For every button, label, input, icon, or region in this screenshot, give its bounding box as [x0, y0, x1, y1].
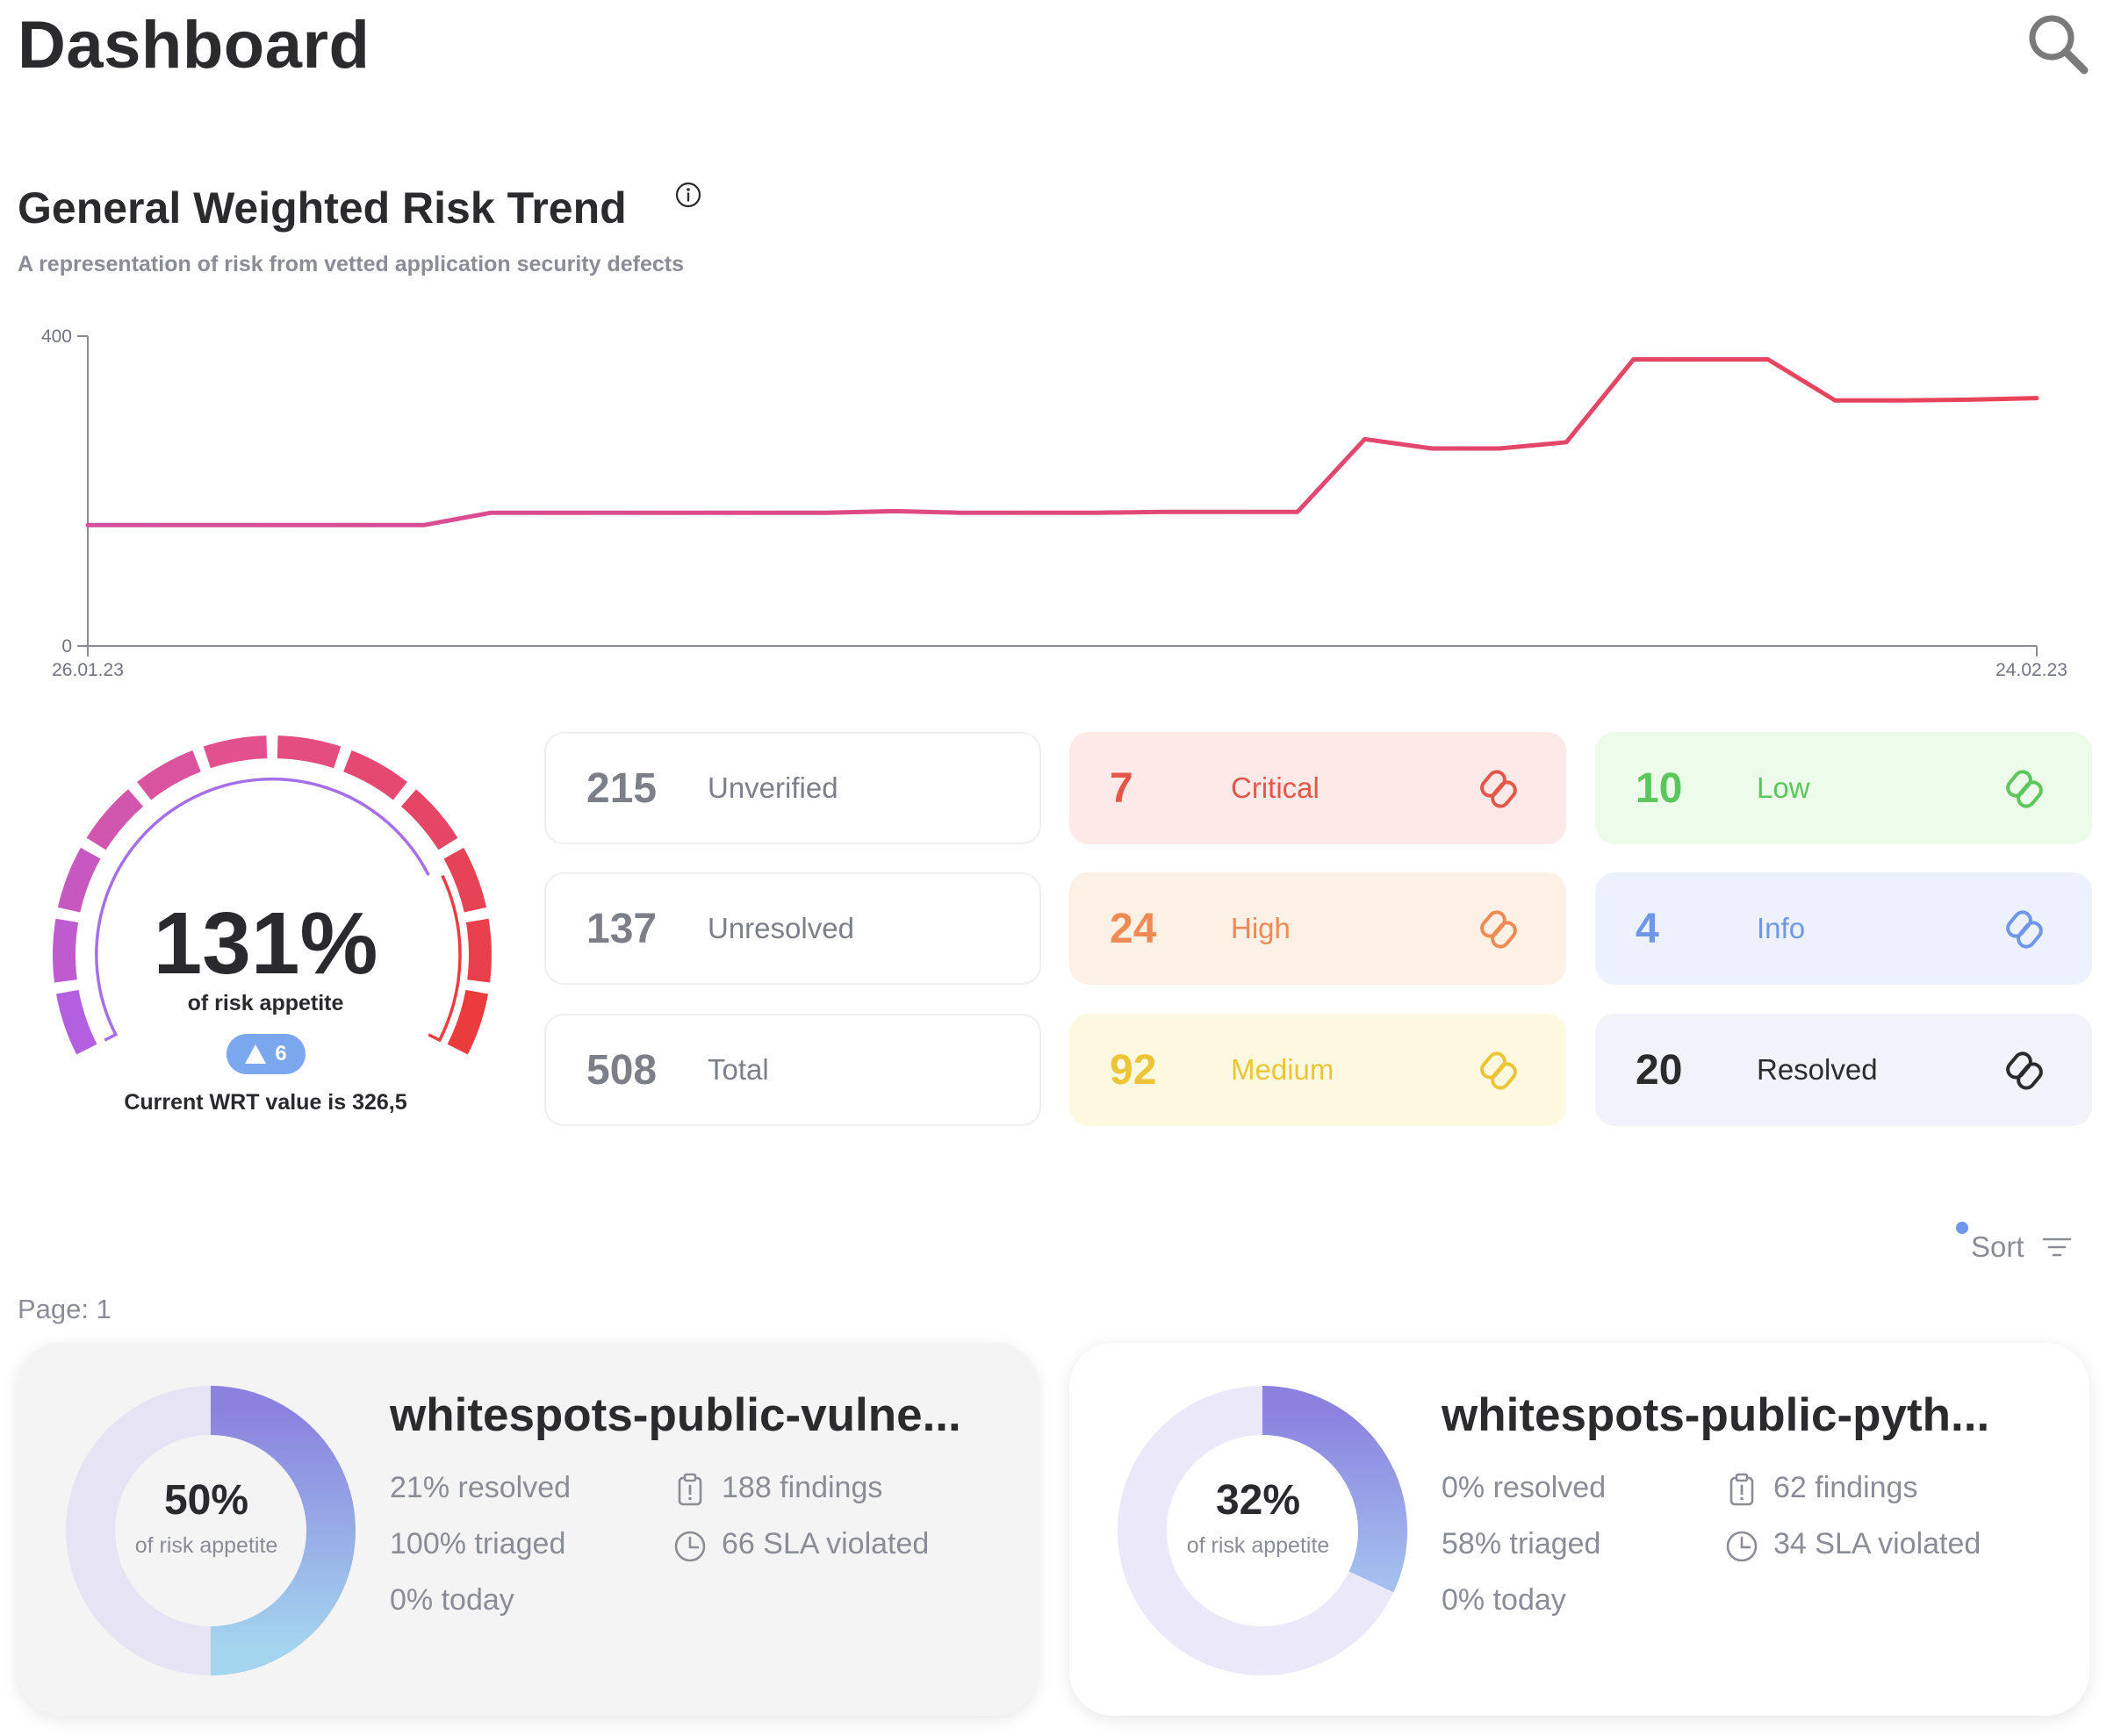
donut-fill-arc: [210, 1386, 356, 1675]
stat-card-resolved[interactable]: 20 Resolved: [1595, 1014, 2092, 1126]
link-icon[interactable]: [1475, 1047, 1522, 1094]
stat-value: 24: [1110, 905, 1157, 952]
stat-value: 20: [1636, 1046, 1683, 1094]
stat-label: Unresolved: [708, 912, 854, 944]
link-icon[interactable]: [2001, 906, 2048, 953]
findings-metric: 62 findings: [1773, 1471, 1918, 1504]
gauge-segment: [86, 789, 144, 850]
stat-label: Medium: [1231, 1053, 1334, 1086]
stat-card-info[interactable]: 4 Info: [1595, 872, 2092, 985]
stat-value: 215: [586, 764, 658, 812]
gauge-segment: [277, 735, 342, 769]
resolved-metric: 21% resolved: [390, 1471, 572, 1504]
link-icon[interactable]: [2001, 1047, 2048, 1094]
gauge-segment: [203, 735, 268, 769]
stat-value: 92: [1110, 1046, 1157, 1094]
trend-subtitle: A representation of risk from vetted app…: [18, 252, 684, 276]
donut-percent: 32%: [1215, 1477, 1301, 1524]
gauge-caption: of risk appetite: [187, 991, 344, 1015]
stat-label: Total: [708, 1053, 769, 1086]
stat-card-critical[interactable]: 7 Critical: [1069, 732, 1566, 844]
stat-label: High: [1231, 912, 1291, 944]
stat-label: Critical: [1231, 771, 1319, 804]
app-card[interactable]: 32% of risk appetite whitespots-public-p…: [1069, 1343, 2089, 1716]
sort-label: Sort: [1971, 1230, 2024, 1263]
page-indicator: Page: 1: [18, 1294, 111, 1324]
findings-metric: 188 findings: [722, 1471, 883, 1504]
clock-icon: [674, 1531, 706, 1562]
stat-card-total[interactable]: 508 Total: [544, 1014, 1041, 1126]
stat-label: Unverified: [708, 771, 838, 804]
stat-card-low[interactable]: 10 Low: [1595, 732, 2092, 844]
risk-donut: [66, 1386, 356, 1675]
stat-card-unverified[interactable]: 215 Unverified: [544, 732, 1041, 844]
stat-card-unresolved[interactable]: 137 Unresolved: [544, 872, 1041, 985]
link-icon[interactable]: [1475, 765, 1522, 813]
sla-metric: 66 SLA violated: [722, 1527, 930, 1560]
y-tick-label: 400: [41, 326, 72, 347]
clipboard-icon: [1729, 1473, 1754, 1506]
stat-value: 10: [1636, 764, 1683, 812]
gauge-current-value: Current WRT value is 326,5: [124, 1090, 407, 1115]
sort-button[interactable]: Sort: [1971, 1230, 2072, 1264]
gauge-segment: [400, 789, 458, 850]
stat-label: Low: [1757, 771, 1810, 804]
risk-donut: [1118, 1386, 1407, 1675]
triaged-metric: 58% triaged: [1442, 1527, 1601, 1560]
filter-lines-icon: [2042, 1237, 2071, 1257]
resolved-metric: 0% resolved: [1442, 1471, 1607, 1504]
app-name[interactable]: whitespots-public-pyth...: [1442, 1388, 1989, 1442]
y-tick-label: 0: [61, 636, 72, 656]
info-icon[interactable]: [674, 181, 702, 209]
link-icon[interactable]: [2001, 765, 2048, 813]
stat-value: 508: [586, 1046, 658, 1094]
donut-caption: of risk appetite: [1186, 1533, 1330, 1558]
stat-label: Info: [1757, 912, 1806, 944]
sla-metric: 34 SLA violated: [1773, 1527, 1981, 1560]
triangle-up-icon: [245, 1044, 267, 1064]
stat-card-medium[interactable]: 92 Medium: [1069, 1014, 1566, 1126]
stat-value: 4: [1636, 905, 1659, 952]
stat-card-high[interactable]: 24 High: [1069, 872, 1566, 985]
today-metric: 0% today: [1442, 1583, 1566, 1617]
trend-chart: 400 0 26.01.23 24.02.23: [41, 326, 2067, 680]
today-metric: 0% today: [390, 1583, 514, 1617]
clock-icon: [1726, 1531, 1758, 1562]
clipboard-icon: [678, 1473, 702, 1506]
page-title: Dashboard: [18, 8, 370, 82]
trend-title: General Weighted Risk Trend: [18, 183, 627, 233]
triaged-metric: 100% triaged: [390, 1527, 566, 1560]
app-card[interactable]: 50% of risk appetite whitespots-public-v…: [18, 1343, 1038, 1716]
stat-value: 7: [1110, 764, 1133, 812]
search-icon[interactable]: [2024, 11, 2091, 77]
x-tick-label: 26.01.23: [52, 660, 124, 680]
donut-percent: 50%: [163, 1477, 249, 1524]
gauge-segment: [342, 750, 407, 800]
gauge-delta-badge: 6: [226, 1034, 306, 1074]
risk-trend-line: [85, 357, 2039, 527]
sort-indicator-dot: [1956, 1222, 1968, 1234]
x-tick-label: 24.02.23: [1995, 660, 2067, 680]
gauge-segment: [137, 750, 202, 800]
app-name[interactable]: whitespots-public-vulne...: [390, 1388, 961, 1442]
link-icon[interactable]: [1475, 906, 1522, 953]
donut-caption: of risk appetite: [134, 1533, 278, 1558]
gauge-delta-value: 6: [275, 1042, 287, 1065]
stat-value: 137: [586, 905, 658, 952]
stat-label: Resolved: [1757, 1053, 1878, 1086]
gauge-value: 131%: [153, 894, 378, 993]
